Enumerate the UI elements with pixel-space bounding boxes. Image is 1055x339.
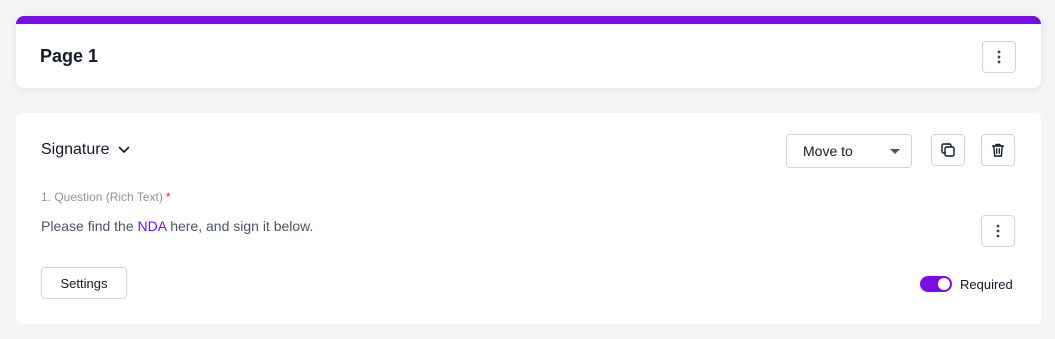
page-accent-bar	[16, 16, 1041, 24]
page-menu-button[interactable]	[982, 41, 1016, 73]
question-label-text: 1. Question (Rich Text)	[41, 190, 163, 204]
vertical-dots-icon	[996, 224, 1000, 238]
question-menu-button[interactable]	[981, 215, 1015, 247]
question-card: Signature Move to 1. Question (Rich Text…	[16, 113, 1041, 324]
trash-icon	[991, 143, 1005, 157]
caret-down-icon	[890, 149, 900, 154]
question-rich-text: Please find the NDA here, and sign it be…	[41, 218, 313, 234]
nda-link[interactable]: NDA	[138, 218, 167, 234]
duplicate-button[interactable]	[931, 134, 965, 166]
required-marker: *	[165, 190, 171, 204]
page-card: Page 1	[16, 16, 1041, 88]
move-to-label: Move to	[803, 143, 853, 159]
settings-button[interactable]: Settings	[41, 267, 127, 299]
vertical-dots-icon	[997, 50, 1001, 64]
chevron-down-icon	[118, 146, 129, 153]
page-title: Page 1	[40, 46, 99, 66]
required-toggle[interactable]	[920, 276, 952, 292]
toggle-knob	[938, 278, 950, 290]
required-label: Required	[960, 276, 1013, 292]
required-control: Required	[920, 276, 1013, 292]
question-text-after: here, and sign it below.	[166, 218, 314, 234]
copy-icon	[941, 143, 955, 157]
question-text-before: Please find the	[41, 218, 138, 234]
delete-button[interactable]	[981, 134, 1015, 166]
question-type-dropdown[interactable]: Signature	[41, 141, 130, 159]
move-to-select[interactable]: Move to	[786, 134, 912, 168]
question-type-label: Signature	[41, 141, 110, 158]
question-label: 1. Question (Rich Text) *	[41, 190, 171, 204]
